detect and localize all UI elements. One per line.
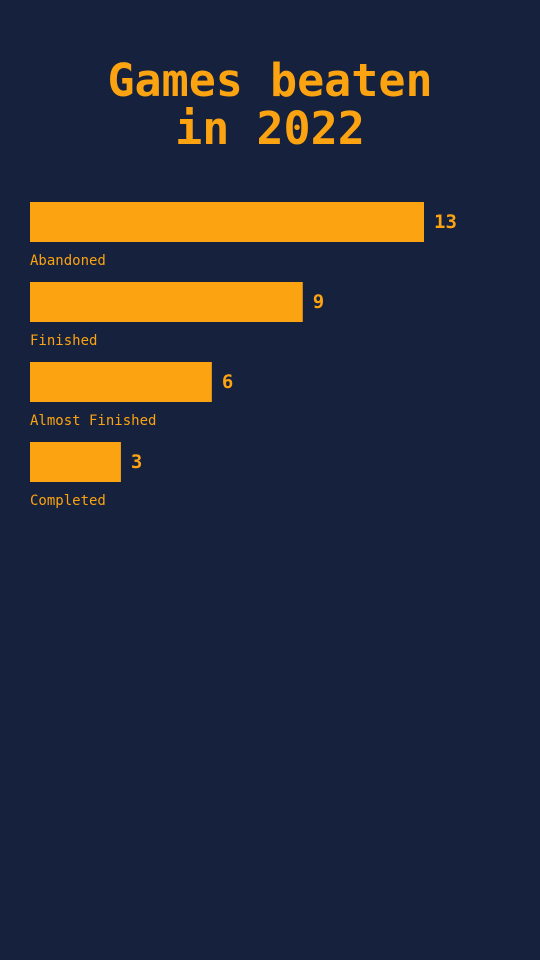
category-label: Finished	[30, 333, 97, 349]
bar-almost-finished	[30, 362, 212, 402]
value-label: 6	[222, 371, 233, 393]
bar-completed	[30, 442, 121, 482]
value-label: 9	[313, 291, 324, 313]
category-label: Almost Finished	[30, 413, 156, 429]
bar-chart: 13 Abandoned 9 Finished 6 Almost Finished 3 Com…	[30, 202, 457, 509]
category-label: Abandoned	[30, 253, 106, 269]
value-label: 13	[434, 211, 457, 233]
bar-abandoned	[30, 202, 424, 242]
category-label: Completed	[30, 493, 106, 509]
bar-finished	[30, 282, 303, 322]
value-label: 3	[131, 451, 142, 473]
